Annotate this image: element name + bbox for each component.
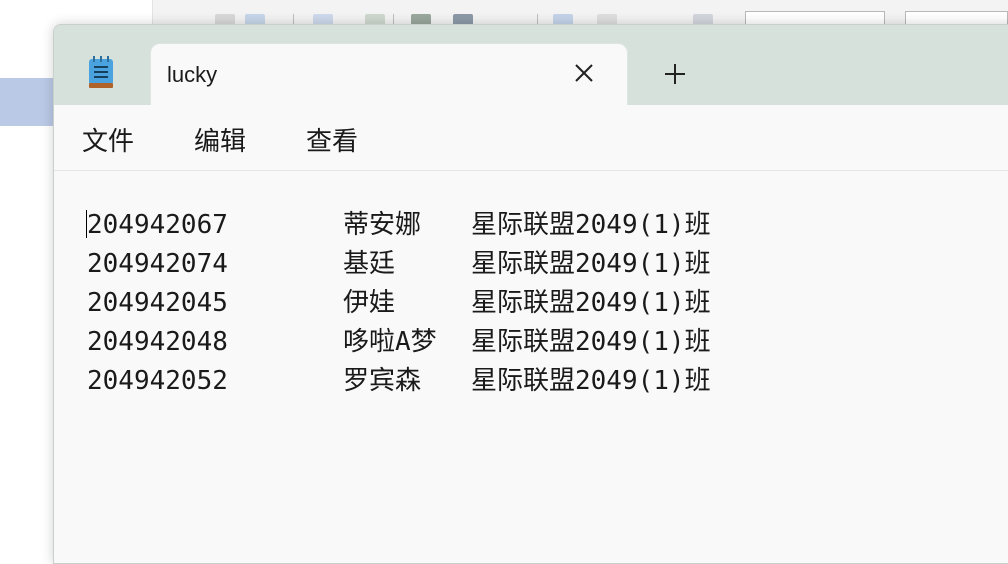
notepad-window: lucky 文件 编辑 查看 204942067 蒂安娜 星际联盟2049(1)… — [53, 24, 1008, 564]
student-class: 星际联盟2049(1)班 — [471, 366, 711, 396]
student-id: 204942067 — [87, 210, 228, 240]
student-class: 星际联盟2049(1)班 — [471, 210, 711, 240]
student-id: 204942074 — [87, 249, 228, 279]
student-name: 基廷 — [343, 249, 396, 279]
notepad-icon — [89, 56, 113, 88]
menu-file[interactable]: 文件 — [82, 121, 134, 158]
student-name: 哆啦A梦 — [343, 327, 437, 357]
title-bar: lucky — [54, 25, 1008, 105]
student-name: 蒂安娜 — [343, 210, 422, 240]
student-id: 204942048 — [87, 327, 228, 357]
tab-lucky[interactable]: lucky — [150, 43, 628, 105]
student-id: 204942052 — [87, 366, 228, 396]
student-class: 星际联盟2049(1)班 — [471, 288, 711, 318]
student-class: 星际联盟2049(1)班 — [471, 327, 711, 357]
student-id: 204942045 — [87, 288, 228, 318]
text-editor[interactable]: 204942067 蒂安娜 星际联盟2049(1)班 204942074 基廷 … — [54, 172, 1008, 563]
student-name: 伊娃 — [343, 288, 396, 318]
menu-edit[interactable]: 编辑 — [194, 121, 246, 158]
student-name: 罗宾森 — [343, 366, 422, 396]
background-toolbar — [153, 0, 1008, 31]
plus-icon[interactable] — [662, 61, 688, 87]
menu-bar: 文件 编辑 查看 — [54, 105, 1008, 171]
close-icon[interactable] — [571, 60, 597, 86]
tab-title: lucky — [167, 62, 218, 87]
background-selected-item — [0, 78, 53, 126]
menu-view[interactable]: 查看 — [306, 121, 358, 158]
student-class: 星际联盟2049(1)班 — [471, 249, 711, 279]
